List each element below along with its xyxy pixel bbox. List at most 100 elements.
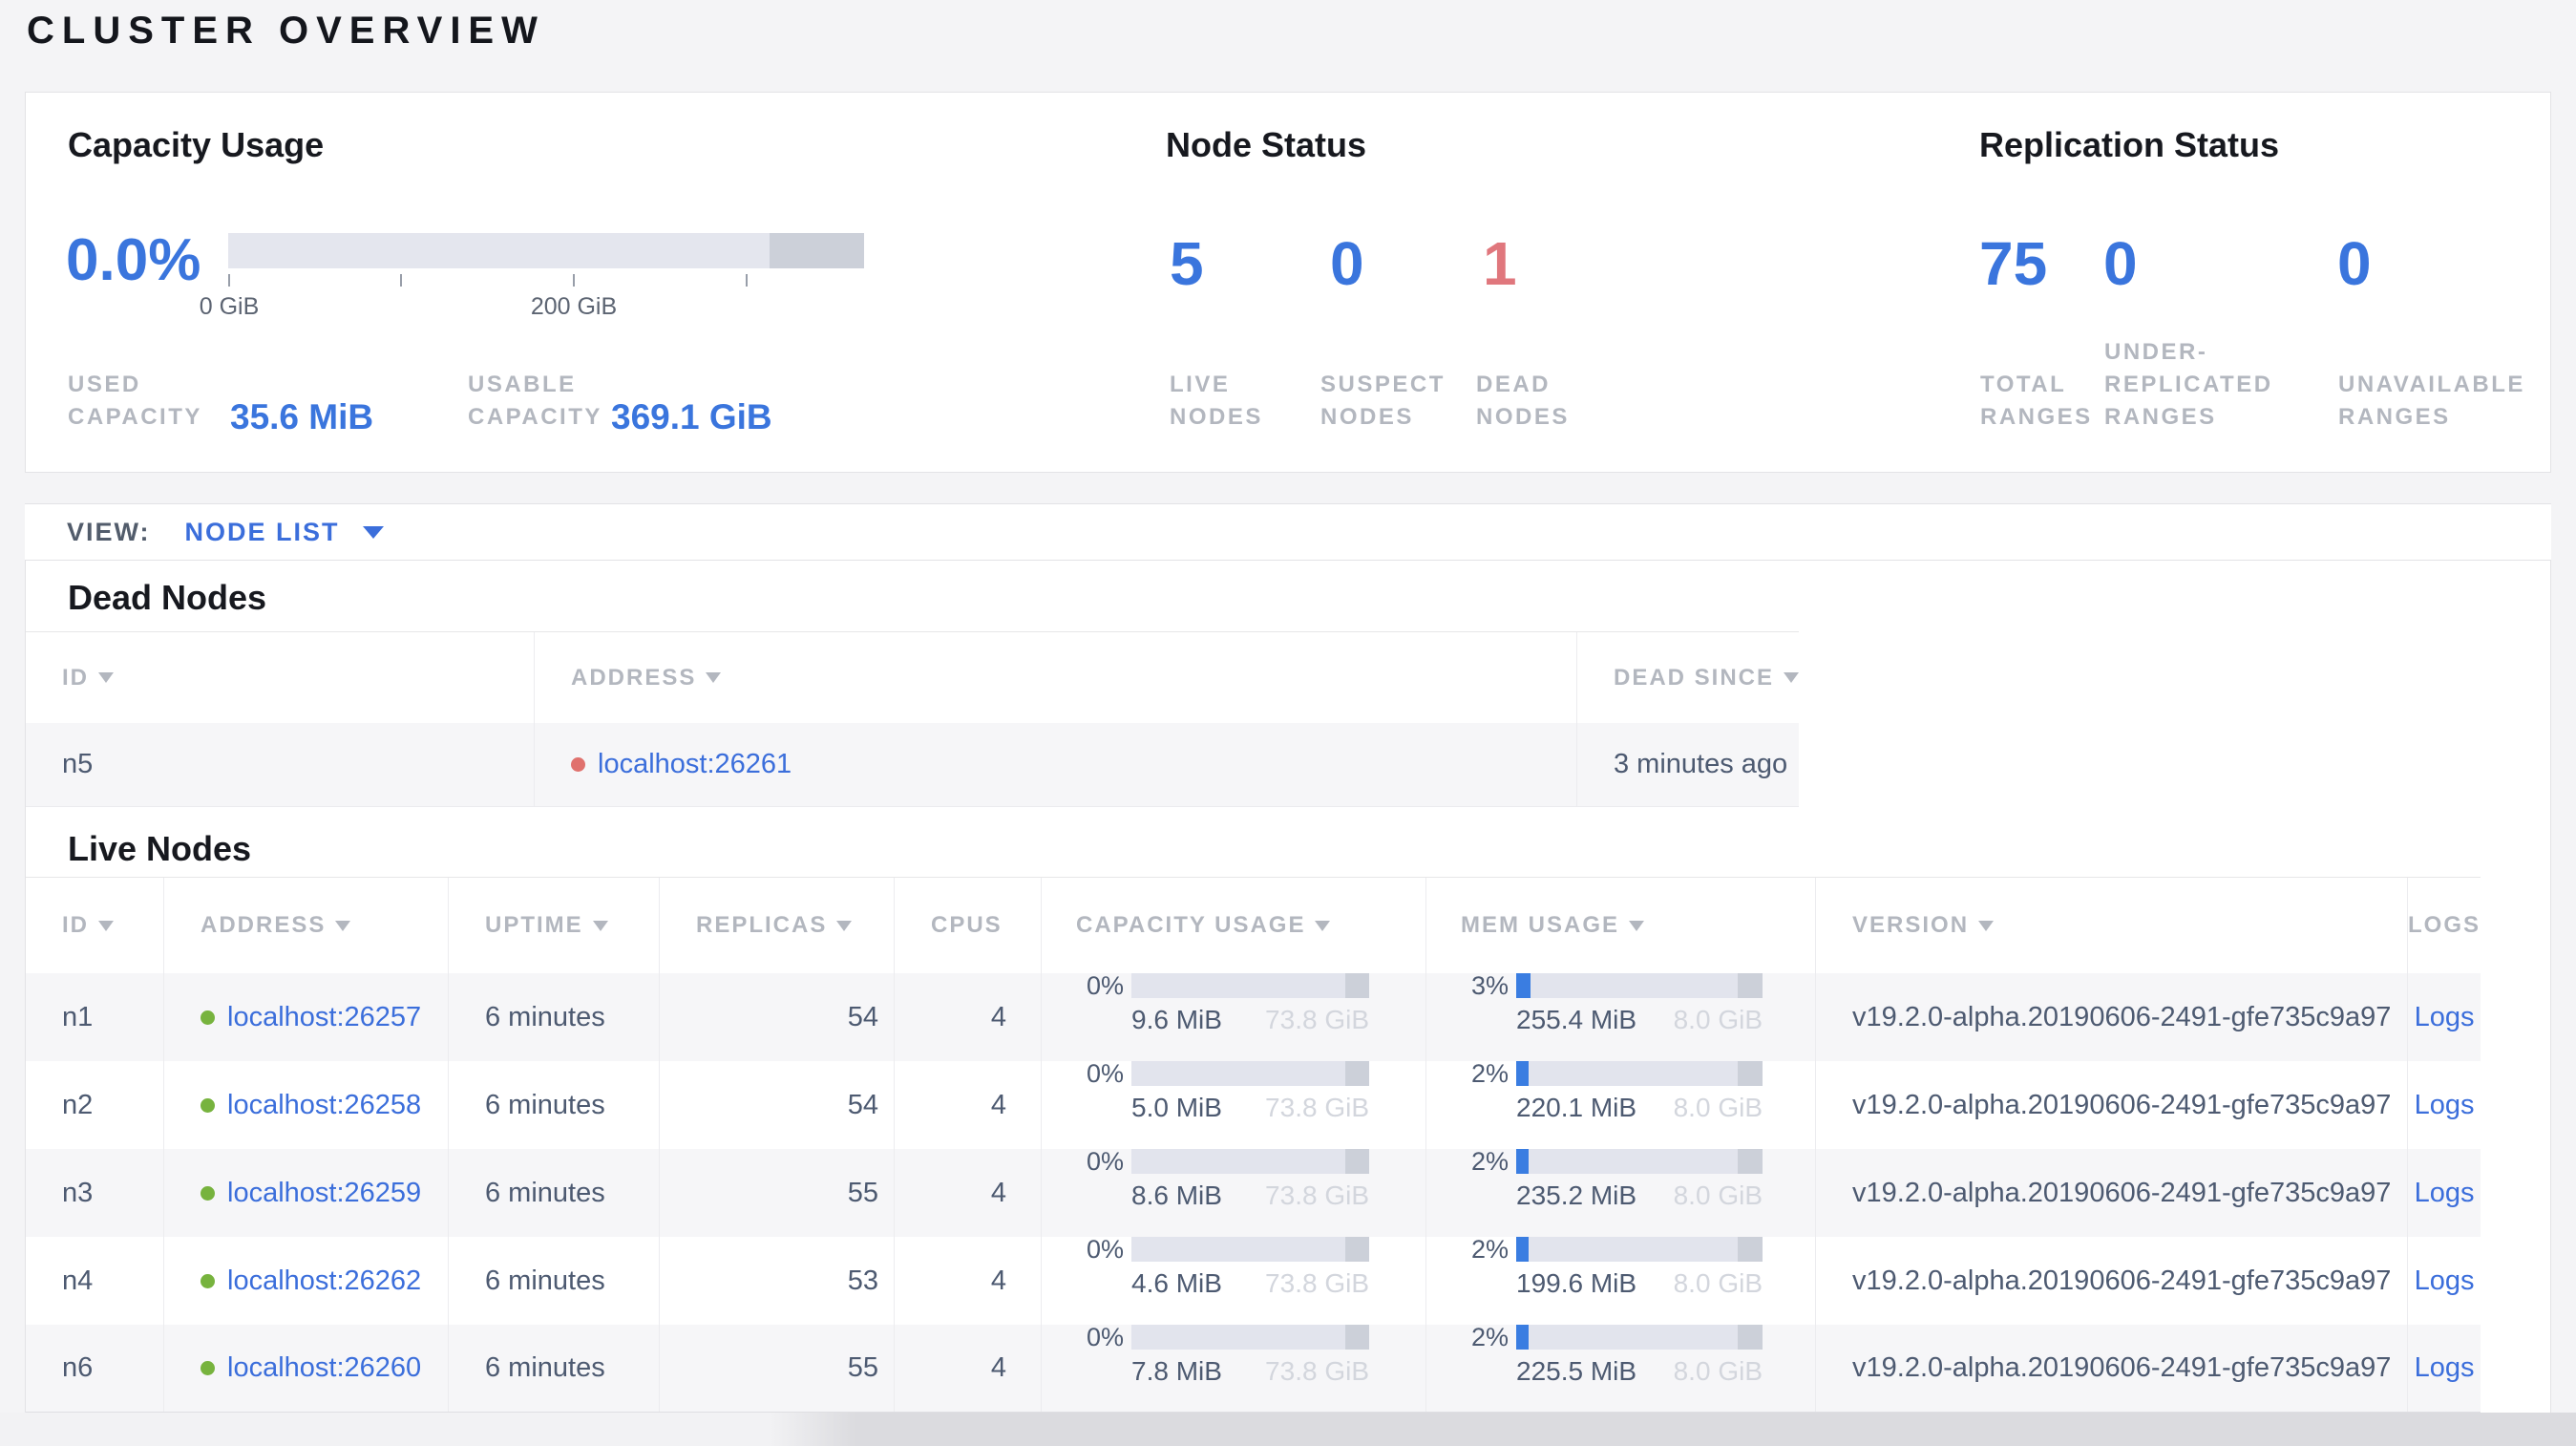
live-header-version[interactable]: VERSION: [1815, 878, 2407, 973]
logs-cell: Logs: [2407, 1149, 2481, 1237]
mem-usage-cell: 2% 235.2 MiB 8.0 GiB: [1425, 1149, 1815, 1237]
live-header-replicas[interactable]: REPLICAS: [659, 878, 894, 973]
chevron-down-icon[interactable]: [362, 525, 384, 539]
capacity-used: 8.6 MiB: [1131, 1180, 1222, 1210]
live-dot-icon: [201, 1097, 215, 1113]
mem-total: 8.0 GiB: [1673, 1093, 1763, 1122]
node-address-cell: localhost:26258: [163, 1061, 448, 1149]
node-address-cell: localhost:26260: [163, 1325, 448, 1412]
logs-link[interactable]: Logs: [2415, 1178, 2475, 1209]
node-address-link[interactable]: localhost:26257: [227, 1002, 421, 1033]
mem-bar: [1516, 1149, 1763, 1174]
axis-tick: [746, 274, 748, 287]
node-list-dropdown[interactable]: NODE LIST: [185, 518, 340, 547]
live-header-cpus: CPUS: [894, 878, 1041, 973]
capacity-bar-endcap: [770, 233, 864, 268]
capacity-total: 73.8 GiB: [1265, 1356, 1369, 1386]
mem-percent: 2%: [1470, 1323, 1509, 1351]
node-id: n6: [62, 1352, 94, 1383]
logs-link[interactable]: Logs: [2415, 1352, 2475, 1384]
uptime-value: 6 minutes: [448, 1325, 659, 1412]
node-address-cell: localhost:26261: [534, 723, 1576, 806]
unavailable-ranges-label: UNAVAILABLE RANGES: [2338, 372, 2525, 430]
table-row: n2 localhost:26258 6 minutes 54 4 0% 5.0…: [26, 1061, 2481, 1149]
mem-used: 225.5 MiB: [1516, 1356, 1637, 1386]
dead-nodes-table: ID ADDRESS DEAD SINCE n5 localhost:26261…: [26, 631, 1800, 807]
dead-header-address[interactable]: ADDRESS: [534, 632, 1576, 723]
sort-desc-icon: [1784, 672, 1800, 683]
logs-link[interactable]: Logs: [2415, 1002, 2475, 1033]
live-header-id[interactable]: ID: [26, 878, 163, 973]
cpus-value: 4: [894, 1237, 1041, 1325]
capacity-total: 73.8 GiB: [1265, 1005, 1369, 1034]
version-value: v19.2.0-alpha.20190606-2491-gfe735c9a97: [1815, 1237, 2407, 1325]
live-header-capacity-usage[interactable]: CAPACITY USAGE: [1041, 878, 1425, 973]
table-row: n3 localhost:26259 6 minutes 55 4 0% 8.6…: [26, 1149, 2481, 1237]
dead-since-value: 3 minutes ago: [1576, 723, 1799, 806]
node-address-link[interactable]: localhost:26260: [227, 1352, 421, 1384]
live-header-mem-usage[interactable]: MEM USAGE: [1425, 878, 1815, 973]
axis-tick: [400, 274, 402, 287]
node-address-link[interactable]: localhost:26261: [598, 749, 792, 780]
under-replicated-ranges-count: 0: [2103, 229, 2138, 298]
version-value: v19.2.0-alpha.20190606-2491-gfe735c9a97: [1815, 973, 2407, 1061]
logs-link[interactable]: Logs: [2415, 1090, 2475, 1121]
total-ranges-count: 75: [1979, 229, 2048, 298]
live-header-address[interactable]: ADDRESS: [163, 878, 448, 973]
uptime-value: 6 minutes: [448, 973, 659, 1061]
used-capacity-value: 35.6 MiB: [230, 397, 374, 436]
table-row: n6 localhost:26260 6 minutes 55 4 0% 7.8…: [26, 1325, 2481, 1413]
cpus-value: 4: [894, 1325, 1041, 1412]
node-address-link[interactable]: localhost:26262: [227, 1265, 421, 1297]
node-status-heading: Node Status: [1166, 125, 1367, 164]
dead-dot-icon: [571, 757, 585, 772]
mem-usage-cell: 2% 225.5 MiB 8.0 GiB: [1425, 1325, 1815, 1412]
node-address-link[interactable]: localhost:26258: [227, 1090, 421, 1121]
sort-desc-icon: [836, 920, 853, 931]
logs-cell: Logs: [2407, 1325, 2481, 1412]
replicas-value: 55: [659, 1325, 894, 1412]
uptime-value: 6 minutes: [448, 1061, 659, 1149]
capacity-percent: 0%: [1086, 1235, 1124, 1264]
mem-percent: 2%: [1470, 1059, 1509, 1088]
dead-header-dead-since[interactable]: DEAD SINCE: [1576, 632, 1800, 723]
mem-bar: [1516, 1325, 1763, 1350]
node-address-link[interactable]: localhost:26259: [227, 1178, 421, 1209]
capacity-percent: 0%: [1086, 1059, 1124, 1088]
dead-nodes-header-row: ID ADDRESS DEAD SINCE: [26, 631, 1800, 723]
version-value: v19.2.0-alpha.20190606-2491-gfe735c9a97: [1815, 1061, 2407, 1149]
version-value: v19.2.0-alpha.20190606-2491-gfe735c9a97: [1815, 1149, 2407, 1237]
logs-cell: Logs: [2407, 1237, 2481, 1325]
replicas-value: 54: [659, 973, 894, 1061]
live-nodes-title: Live Nodes: [68, 829, 252, 868]
cpus-value: 4: [894, 973, 1041, 1061]
live-nodes-label: LIVE NODES: [1170, 372, 1263, 430]
capacity-total: 73.8 GiB: [1265, 1093, 1369, 1122]
used-capacity-label: USED CAPACITY: [68, 372, 202, 430]
table-row: n1 localhost:26257 6 minutes 54 4 0% 9.6…: [26, 973, 2481, 1061]
logs-link[interactable]: Logs: [2415, 1265, 2475, 1297]
mem-used: 235.2 MiB: [1516, 1180, 1637, 1210]
mem-used: 220.1 MiB: [1516, 1093, 1637, 1122]
capacity-usage-cell: 0% 7.8 MiB 73.8 GiB: [1041, 1325, 1425, 1412]
capacity-usage-cell: 0% 4.6 MiB 73.8 GiB: [1041, 1237, 1425, 1325]
mem-usage-cell: 3% 255.4 MiB 8.0 GiB: [1425, 973, 1815, 1061]
dead-nodes-count: 1: [1483, 229, 1517, 298]
table-row: n5 localhost:26261 3 minutes ago: [26, 723, 1800, 807]
mem-total: 8.0 GiB: [1673, 1005, 1763, 1034]
capacity-total: 73.8 GiB: [1265, 1268, 1369, 1298]
dead-header-id[interactable]: ID: [26, 632, 534, 723]
mem-bar: [1516, 973, 1763, 998]
sort-desc-icon: [592, 920, 608, 931]
node-id: n1: [62, 1001, 94, 1032]
suspect-nodes-label: SUSPECT NODES: [1320, 372, 1446, 430]
mem-total: 8.0 GiB: [1673, 1356, 1763, 1386]
live-header-uptime[interactable]: UPTIME: [448, 878, 659, 973]
sort-desc-icon: [706, 672, 722, 683]
capacity-usage-bar: [228, 233, 864, 268]
page-bottom-strip: [0, 1413, 2576, 1446]
live-dot-icon: [201, 1010, 215, 1025]
mem-usage-cell: 2% 199.6 MiB 8.0 GiB: [1425, 1237, 1815, 1325]
view-label: VIEW:: [67, 517, 151, 546]
sort-desc-icon: [1978, 920, 1995, 931]
